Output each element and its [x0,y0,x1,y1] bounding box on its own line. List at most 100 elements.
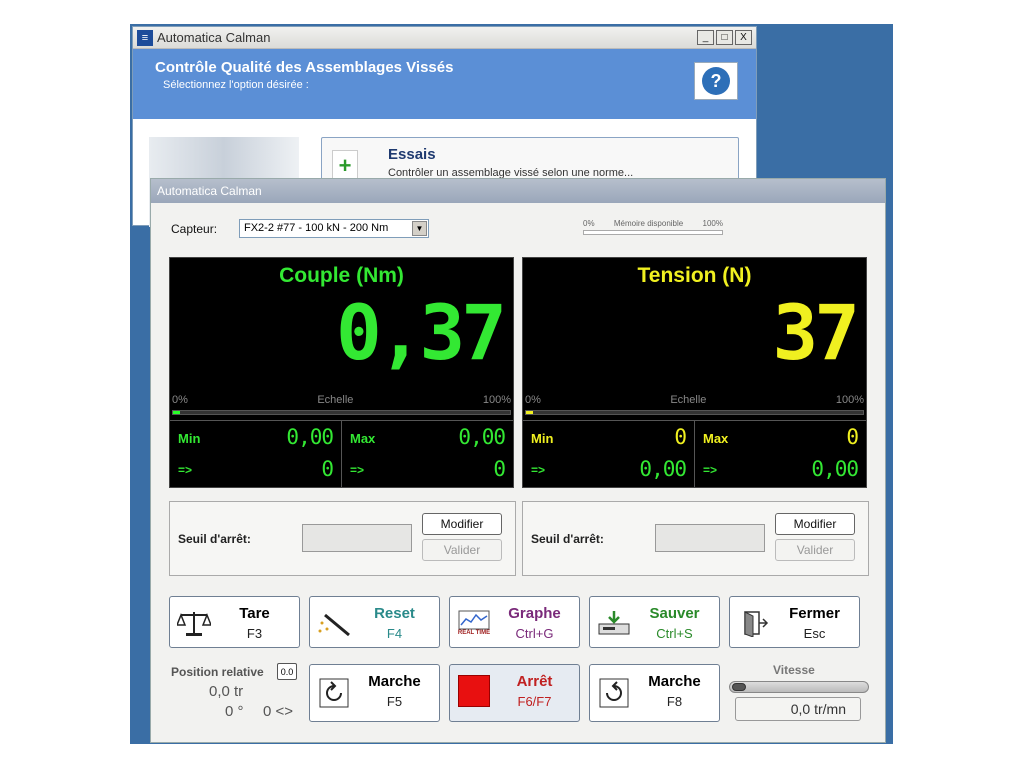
couple-value: 0,37 [335,288,507,377]
back-window-header: Contrôle Qualité des Assemblages Vissés … [133,49,756,119]
minimize-button[interactable]: _ [697,30,714,45]
graphe-button[interactable]: REAL TIME Graphe Ctrl+G [449,596,580,648]
essais-title: Essais [388,146,436,163]
couple-scale-fill [173,411,180,414]
tension-scale-min: 0% [525,394,541,406]
memory-bar [583,230,723,235]
arret-button[interactable]: Arrêt F6/F7 [449,664,580,722]
arret-shortcut: F6/F7 [517,694,552,709]
tension-min-arrow-value: 0,00 [639,457,687,481]
tension-scale-bar [525,410,864,415]
stop-icon [456,675,492,707]
exit-door-icon [736,607,772,639]
couple-scale-label: Echelle [317,394,354,406]
couple-scale-max: 100% [482,394,511,406]
tension-seuil-label: Seuil d'arrêt: [531,532,604,546]
graphe-shortcut: Ctrl+G [515,626,554,641]
couple-seuil-box: Seuil d'arrêt: Modifier Valider [169,501,516,576]
tension-valider-button[interactable]: Valider [775,539,855,561]
header-title: Contrôle Qualité des Assemblages Vissés [155,59,454,76]
vitesse-label: Vitesse [773,663,815,677]
front-window: Automatica Calman Capteur: FX2-2 #77 - 1… [150,178,886,743]
capteur-label: Capteur: [171,222,218,236]
tension-min-label: Min [531,431,554,446]
fermer-title: Fermer [789,605,840,622]
tare-title: Tare [239,605,270,622]
couple-min-label: Min [178,431,201,446]
tension-max-arrow-value: 0,00 [811,457,859,481]
position-direction: 0 <> [263,703,294,720]
realtime-graph-icon: REAL TIME [456,607,492,639]
couple-title: Couple (Nm) [279,264,404,287]
couple-scale-min: 0% [172,394,188,406]
tension-scale-fill [526,411,533,414]
couple-min-value: 0,00 [286,425,334,449]
rotate-ccw-icon [316,677,352,709]
vitesse-value: 0,0 tr/mn [735,697,861,721]
reset-button[interactable]: Reset F4 [309,596,440,648]
tare-shortcut: F3 [246,626,263,641]
vitesse-slider-thumb[interactable] [732,683,746,691]
back-window-title: Automatica Calman [157,30,271,45]
tension-title: Tension (N) [637,264,752,287]
tension-scale-label: Echelle [670,394,707,406]
marche-left-shortcut: F5 [386,694,403,709]
arret-title: Arrêt [516,673,553,690]
save-drive-icon [596,607,632,639]
back-window-titlebar: ≡ Automatica Calman _ □ X [133,27,756,49]
marche-left-button[interactable]: Marche F5 [309,664,440,722]
couple-min-arrow: => [178,463,193,477]
graphe-title: Graphe [508,605,561,622]
tension-panel: Tension (N) 37 0% Echelle 100% Min 0 => … [522,257,867,488]
realtime-caption: REAL TIME [457,630,491,636]
header-subtitle: Sélectionnez l'option désirée : [163,79,309,91]
help-icon: ? [702,67,730,95]
couple-seuil-label: Seuil d'arrêt: [178,532,251,546]
tension-min-cell: Min 0 => 0,00 [523,421,694,487]
tension-value: 37 [772,288,859,377]
sauver-title: Sauver [649,605,700,622]
fermer-button[interactable]: Fermer Esc [729,596,860,648]
memory-label: Mémoire disponible [613,219,684,228]
couple-max-cell: Max 0,00 => 0 [341,421,513,487]
tension-max-label: Max [703,431,729,446]
marche-right-title: Marche [648,673,701,690]
magic-wand-icon [316,607,352,639]
balance-scale-icon [176,607,212,639]
reset-shortcut: F4 [386,626,403,641]
couple-panel: Couple (Nm) 0,37 0% Echelle 100% Min 0,0… [169,257,514,488]
memory-indicator: 0% Mémoire disponible 100% [583,219,723,239]
tension-scale-max: 100% [835,394,864,406]
tension-seuil-box: Seuil d'arrêt: Modifier Valider [522,501,869,576]
capteur-select[interactable]: FX2-2 #77 - 100 kN - 200 Nm ▼ [239,219,429,238]
tension-min-value: 0 [674,425,687,449]
fermer-shortcut: Esc [803,626,826,641]
couple-modifier-button[interactable]: Modifier [422,513,502,535]
tare-button[interactable]: Tare F3 [169,596,300,648]
couple-seuil-input[interactable] [302,524,412,552]
couple-max-arrow: => [350,463,365,477]
tension-max-arrow: => [703,463,718,477]
help-button[interactable]: ? [694,62,738,100]
capteur-value: FX2-2 #77 - 100 kN - 200 Nm [244,222,389,234]
vitesse-slider[interactable] [729,681,869,693]
marche-left-title: Marche [368,673,421,690]
couple-scale-bar [172,410,511,415]
reset-title: Reset [374,605,415,622]
sauver-button[interactable]: Sauver Ctrl+S [589,596,720,648]
couple-max-value: 0,00 [458,425,506,449]
tension-max-cell: Max 0 => 0,00 [694,421,866,487]
chevron-down-icon[interactable]: ▼ [412,221,427,236]
maximize-button[interactable]: □ [716,30,733,45]
position-title: Position relative [171,665,264,679]
sauver-shortcut: Ctrl+S [656,626,693,641]
couple-max-arrow-value: 0 [493,457,506,481]
memory-min: 0% [583,219,595,228]
tension-modifier-button[interactable]: Modifier [775,513,855,535]
couple-valider-button[interactable]: Valider [422,539,502,561]
tension-seuil-input[interactable] [655,524,765,552]
position-zero-button[interactable]: 0.0 [277,663,297,680]
tension-min-arrow: => [531,463,546,477]
close-button[interactable]: X [735,30,752,45]
marche-right-button[interactable]: Marche F8 [589,664,720,722]
